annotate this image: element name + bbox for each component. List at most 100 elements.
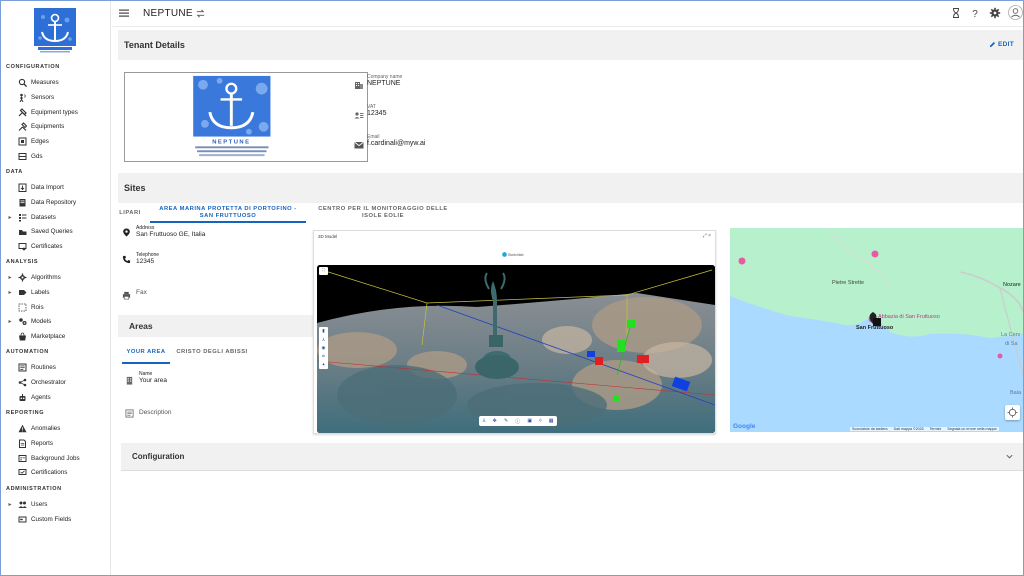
map-label-nozare: Nozare	[1003, 282, 1021, 288]
edit-button-label: EDIT	[997, 41, 1014, 48]
map-label-abbazia: Abbazia di San Fruttuoso	[878, 314, 940, 320]
help-icon[interactable]: ?	[969, 7, 981, 20]
sidebar-item-marketplace[interactable]: Marketplace	[0, 330, 110, 343]
sidebar-item-gds[interactable]: Gds	[0, 150, 110, 163]
3d-scene-canvas[interactable]: ⛶ ▮ ⅄ ◉ ⌀ ✦ ⅄ ✥ ✎ ⓘ ▣ ◊ ▦	[317, 265, 715, 433]
map-keyboard-shortcuts-link[interactable]: Scorciatoie da tastiera	[852, 427, 888, 431]
layer-tool-icon[interactable]: ▮	[322, 328, 324, 334]
my-location-button[interactable]	[1005, 405, 1020, 420]
sidebar-item-background-jobs[interactable]: Background Jobs	[0, 452, 110, 465]
sidebar-item-label: Reports	[31, 439, 54, 447]
sidebar-item-users[interactable]: ▸ Users	[0, 498, 110, 511]
map-report-error-link[interactable]: Segnala un errore nella mappa	[947, 427, 996, 431]
sidebar-item-label: Users	[31, 501, 48, 508]
sidebar-item-data-repository[interactable]: Data Repository	[0, 196, 110, 209]
tab-site-lipari[interactable]: LIPARI	[115, 210, 145, 217]
sidebar-item-reports[interactable]: Reports	[0, 437, 110, 450]
sidebar-item-models[interactable]: ▸ Models	[0, 315, 110, 328]
site-map[interactable]: Pietre Strette Abbazia di San Fruttuoso …	[730, 228, 1024, 432]
sidebar-item-equipment-types[interactable]: Equipment types	[0, 106, 110, 119]
sidebar-item-edges[interactable]: Edges	[0, 135, 110, 148]
repository-icon	[17, 197, 27, 207]
chevron-right-icon[interactable]: ▸	[6, 274, 14, 281]
tag-tool-icon[interactable]: ◉	[322, 345, 326, 351]
tab-area-cristo-degli-abissi[interactable]: CRISTO DEGLI ABISSI	[174, 349, 250, 356]
sidebar-item-anomalies[interactable]: Anomalies	[0, 422, 110, 435]
sidebar-item-datasets[interactable]: ▸ Datasets	[0, 211, 110, 224]
sidebar-item-label: Equipment types	[31, 108, 78, 116]
sidebar-item-orchestrator[interactable]: Orchestrator	[0, 376, 110, 389]
sidebar-item-custom-fields[interactable]: Custom Fields	[0, 513, 110, 526]
chevron-down-icon[interactable]	[1005, 452, 1014, 461]
sidebar-item-measures[interactable]: Measures	[0, 76, 110, 89]
sound-tool-icon[interactable]: ◊	[539, 418, 541, 424]
tab-area-your-area[interactable]: YOUR AREA	[124, 349, 168, 356]
warning-icon	[17, 424, 27, 434]
gear-icon[interactable]	[989, 7, 1001, 19]
scene-left-toolbar[interactable]: ▮ ⅄ ◉ ⌀ ✦	[319, 327, 328, 369]
chevron-right-icon[interactable]: ▸	[6, 289, 14, 296]
sidebar-item-agents[interactable]: Agents	[0, 391, 110, 404]
edit-button[interactable]: EDIT	[989, 41, 1014, 48]
scene-bottom-toolbar[interactable]: ⅄ ✥ ✎ ⓘ ▣ ◊ ▦	[479, 416, 557, 426]
location-pin-icon	[122, 228, 131, 237]
neptune-logo[interactable]	[34, 8, 76, 54]
sidebar-item-certificates[interactable]: Certificates	[0, 240, 110, 253]
person-tool-icon[interactable]: ⅄	[483, 418, 486, 424]
sidebar-item-data-import[interactable]: Data Import	[0, 181, 110, 194]
certificate-icon	[17, 242, 27, 252]
printer-icon	[122, 291, 131, 300]
sidebar-item-label: Models	[31, 318, 52, 326]
viewer-window-controls[interactable]: ⤢ ×	[703, 233, 711, 239]
sidebar-item-algorithms[interactable]: ▸ Algorithms	[0, 271, 110, 284]
hourglass-icon[interactable]	[950, 7, 962, 19]
chevron-right-icon[interactable]: ▸	[6, 318, 14, 325]
roi-icon	[17, 302, 27, 312]
sidebar-item-sensors[interactable]: Sensors	[0, 91, 110, 104]
measure-tool-icon[interactable]: ⌀	[322, 353, 325, 359]
sidebar-item-label: Agents	[31, 393, 51, 401]
map-label-san-fruttuoso: San Fruttuoso	[856, 325, 894, 331]
sidebar-item-labels[interactable]: ▸ Labels	[0, 286, 110, 299]
info-tool-icon[interactable]: ⓘ	[515, 418, 520, 425]
telephone-value: 12345	[136, 258, 155, 265]
sidebar-item-saved-queries[interactable]: Saved Queries	[0, 225, 110, 238]
vat-icon	[354, 110, 364, 120]
settings-tool-icon[interactable]: ✦	[322, 362, 326, 368]
sidebar-item-label: Routines	[31, 364, 56, 371]
sidebar-section-title: AUTOMATION	[6, 349, 49, 355]
map-terms-link[interactable]: Termini	[930, 427, 942, 431]
sidebar-item-label: Certificates	[31, 243, 63, 251]
viewer-brand: Sketchfab	[502, 252, 524, 257]
tab-site-portofino[interactable]: AREA MARINA PROTETTA DI PORTOFINO - SAN …	[155, 206, 301, 220]
chevron-right-icon[interactable]: ▸	[6, 214, 14, 221]
routine-icon	[17, 363, 27, 373]
scene-expand-icon[interactable]: ⛶	[319, 267, 328, 275]
map-label-di-sa: di Sa	[1005, 341, 1018, 347]
area-description-label: Description	[139, 409, 172, 416]
delete-tool-icon[interactable]: ▦	[549, 418, 554, 424]
sidebar-item-label: Measures	[31, 79, 59, 86]
query-icon	[17, 227, 27, 237]
orchestrator-icon	[17, 377, 27, 387]
google-logo: Google	[733, 423, 756, 430]
agent-icon	[17, 392, 27, 402]
sidebar-item-label: Rois	[31, 303, 44, 311]
screenshot-tool-icon[interactable]: ▣	[527, 418, 532, 424]
sites-header: Sites	[118, 173, 1024, 203]
sidebar-item-equipments[interactable]: Equipments	[0, 120, 110, 133]
tab-site-eolie[interactable]: CENTRO PER IL MONITORAGGIO DELLE ISOLE E…	[312, 206, 454, 220]
sidebar-item-rois[interactable]: Rois	[0, 301, 110, 314]
swap-tenant-icon[interactable]	[195, 8, 206, 19]
pencil-tool-icon[interactable]: ✎	[504, 418, 508, 424]
configuration-accordion[interactable]: Configuration	[121, 443, 1024, 471]
move-tool-icon[interactable]: ✥	[493, 418, 497, 424]
hamburger-menu-icon[interactable]	[118, 7, 130, 19]
chevron-right-icon[interactable]: ▸	[6, 501, 14, 508]
users-icon	[17, 500, 27, 510]
user-tool-icon[interactable]: ⅄	[322, 337, 325, 343]
sidebar-item-certifications[interactable]: Certifications	[0, 466, 110, 479]
sidebar-item-routines[interactable]: Routines	[0, 361, 110, 374]
model-viewer-window[interactable]: 3D Model ⤢ × Sketchfab ⛶ ▮ ⅄ ◉ ⌀ ✦ ⅄ ✥ ✎…	[313, 230, 716, 434]
user-avatar-icon[interactable]	[1008, 5, 1023, 20]
